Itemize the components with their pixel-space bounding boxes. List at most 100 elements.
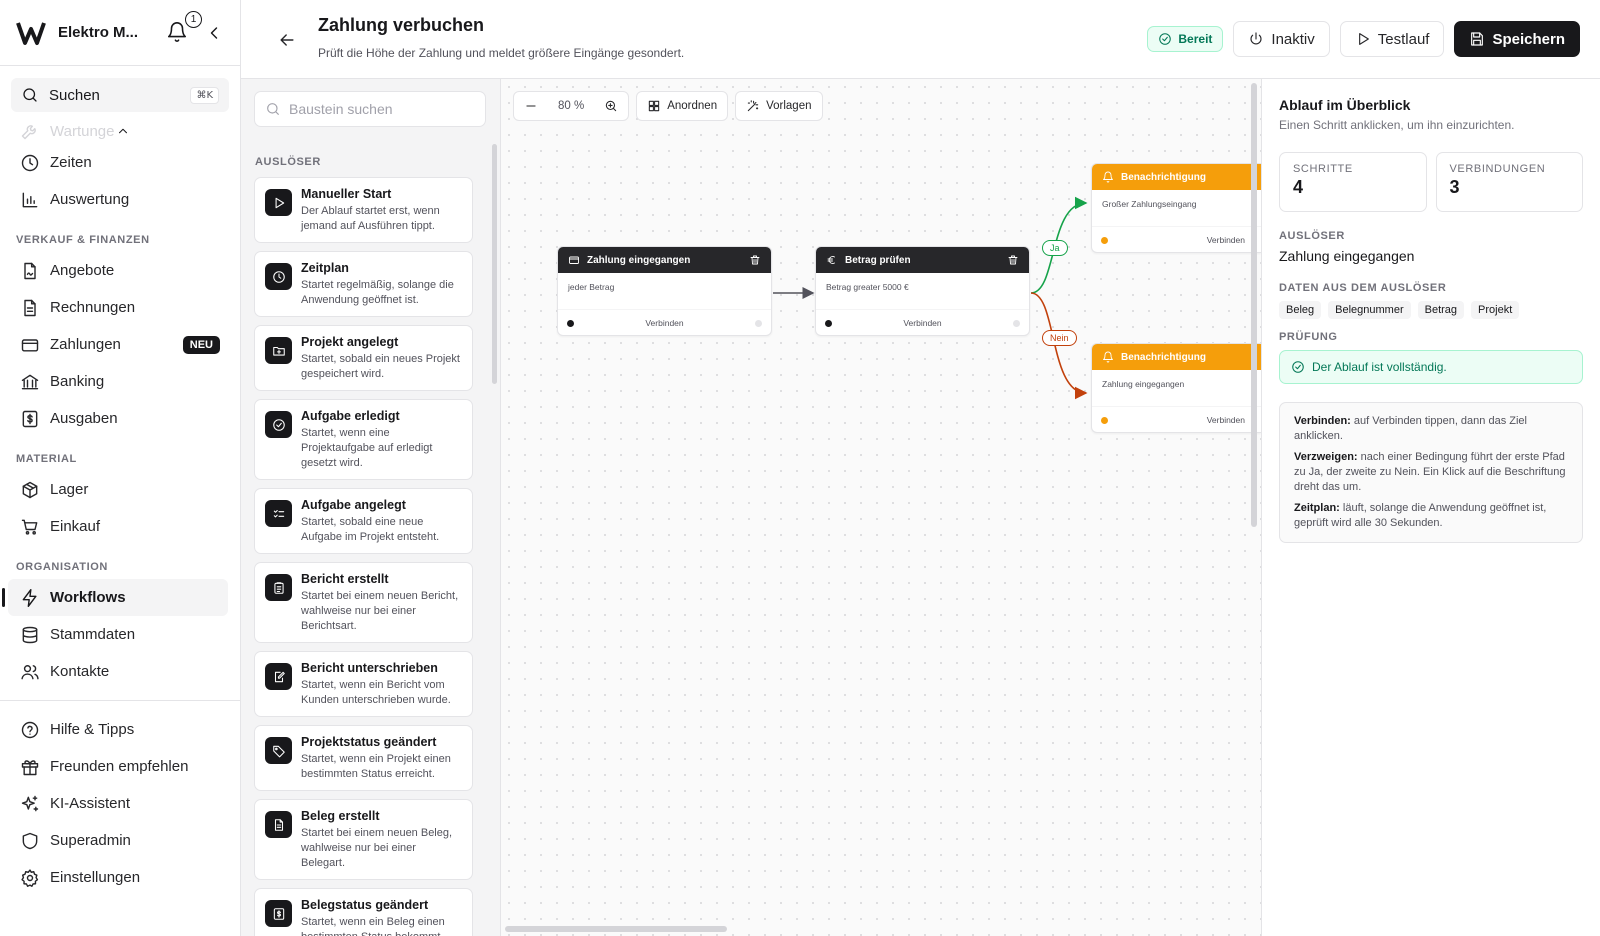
canvas-vertical-scrollbar[interactable] xyxy=(1251,83,1257,527)
sidebar-item-ki-assistent[interactable]: KI-Assistent xyxy=(0,785,240,822)
canvas-horizontal-scrollbar[interactable] xyxy=(505,926,727,932)
trash-icon[interactable] xyxy=(1007,254,1019,266)
sidebar-item-zahlungen[interactable]: Zahlungen NEU xyxy=(0,326,240,363)
sidebar-item-stammdaten[interactable]: Stammdaten xyxy=(0,616,240,653)
check-circle-icon xyxy=(1292,361,1304,373)
edge-label-no[interactable]: Nein xyxy=(1042,330,1077,346)
stat-connections: VERBINDUNGEN 3 xyxy=(1435,152,1583,212)
inactive-button[interactable]: Inaktiv xyxy=(1233,21,1330,57)
sidebar-item-einstellungen[interactable]: Einstellungen xyxy=(0,859,240,896)
sidebar-item-rechnungen[interactable]: Rechnungen xyxy=(0,289,240,326)
data-chip[interactable]: Belegnummer xyxy=(1328,301,1411,319)
sidebar-item-zeiten[interactable]: Zeiten xyxy=(0,144,240,181)
sidebar-item-kontakte[interactable]: Kontakte xyxy=(0,653,240,690)
block-card-desc: Startet bei einem neuen Beleg, wahlweise… xyxy=(301,827,453,869)
zoom-in-icon[interactable] xyxy=(604,99,618,113)
workflow-canvas[interactable]: 80 % Anordnen Vorlagen Ja Nein Zahlung e… xyxy=(501,79,1261,936)
node-notify-no[interactable]: Benachrichtigung Zahlung eingegangen Ver… xyxy=(1091,343,1261,433)
sidebar-item-einkauf[interactable]: Einkauf xyxy=(0,508,240,545)
edge-label-yes[interactable]: Ja xyxy=(1042,240,1068,256)
bank-icon xyxy=(21,374,39,389)
euro-icon xyxy=(827,256,835,264)
node-trigger[interactable]: Zahlung eingegangen jeder Betrag Verbind… xyxy=(557,246,772,336)
sidebar-item-superadmin[interactable]: Superadmin xyxy=(0,822,240,859)
data-chip[interactable]: Projekt xyxy=(1471,301,1520,319)
node-connect-button[interactable]: Verbinden xyxy=(558,309,771,335)
block-card-project-status[interactable]: Projektstatus geändert Startet, wenn ein… xyxy=(254,725,473,791)
sidebar-item-label: Hilfe & Tipps xyxy=(50,721,135,738)
block-card-desc: Startet regelmäßig, solange die Anwendun… xyxy=(301,279,454,306)
sidebar-item-banking[interactable]: Banking xyxy=(0,363,240,400)
output-port[interactable] xyxy=(1101,237,1108,244)
sidebar-item-workflows[interactable]: Workflows xyxy=(2,579,228,616)
chevron-up-icon[interactable] xyxy=(116,124,130,138)
sidebar-item-freunden[interactable]: Freunden empfehlen xyxy=(0,748,240,785)
block-card-task-done[interactable]: Aufgabe erledigt Startet, wenn eine Proj… xyxy=(254,399,473,480)
file-text-icon xyxy=(24,299,36,316)
sidebar-item-label: Superadmin xyxy=(50,832,131,849)
check-circle-icon xyxy=(265,411,292,438)
connect-label: Verbinden xyxy=(1206,234,1245,245)
data-chip[interactable]: Betrag xyxy=(1417,301,1465,319)
users-icon xyxy=(21,664,39,679)
section-organisation: ORGANISATION xyxy=(16,561,108,573)
arrow-left-icon[interactable] xyxy=(277,30,297,50)
check-section-title: PRÜFUNG xyxy=(1279,331,1338,343)
block-card-title: Beleg erstellt xyxy=(301,809,380,823)
node-body: Großer Zahlungseingang xyxy=(1102,199,1197,209)
sidebar-item-label: Kontakte xyxy=(50,663,110,680)
output-port[interactable] xyxy=(1101,417,1108,424)
company-logo-icon[interactable] xyxy=(16,20,46,46)
receipt-dollar-icon xyxy=(22,410,38,427)
notifications-button[interactable]: 1 xyxy=(166,10,202,45)
block-card-receipt-created[interactable]: Beleg erstellt Startet bei einem neuen B… xyxy=(254,799,473,880)
palette-scrollbar[interactable] xyxy=(492,144,497,384)
block-card-title: Zeitplan xyxy=(301,261,349,275)
sidebar-item-wartungen[interactable]: Wartunge xyxy=(0,118,240,144)
sidebar: Elektro M... 1 Suchen ⌘K Wartunge Zeiten… xyxy=(0,0,241,936)
node-connect-button[interactable]: Verbinden xyxy=(816,309,1029,335)
block-card-report-signed[interactable]: Bericht unterschrieben Startet, wenn ein… xyxy=(254,651,473,717)
clock-icon xyxy=(21,154,39,171)
sidebar-item-angebote[interactable]: Angebote xyxy=(0,252,240,289)
sidebar-item-label: Workflows xyxy=(50,589,126,606)
trash-icon[interactable] xyxy=(749,254,761,266)
chevron-left-icon[interactable] xyxy=(204,23,224,43)
zoom-level: 80 % xyxy=(558,100,585,112)
block-card-manual-start[interactable]: Manueller Start Der Ablauf startet erst,… xyxy=(254,177,473,243)
block-card-schedule[interactable]: Zeitplan Startet regelmäßig, solange die… xyxy=(254,251,473,317)
node-notify-yes[interactable]: Benachrichtigung Großer Zahlungseingang … xyxy=(1091,163,1261,253)
output-port[interactable] xyxy=(567,320,574,327)
data-chip[interactable]: Beleg xyxy=(1279,301,1322,319)
node-check-amount[interactable]: Betrag prüfen Betrag greater 5000 € Verb… xyxy=(815,246,1030,336)
input-port[interactable] xyxy=(755,320,762,327)
save-button[interactable]: Speichern xyxy=(1454,21,1580,57)
node-connect-button[interactable]: Verbinden xyxy=(1092,226,1261,252)
sidebar-item-label: Stammdaten xyxy=(50,626,136,643)
node-connect-button[interactable]: Verbinden xyxy=(1092,406,1261,432)
sidebar-search[interactable]: Suchen ⌘K xyxy=(11,78,229,112)
output-port[interactable] xyxy=(825,320,832,327)
sidebar-item-auswertung[interactable]: Auswertung xyxy=(0,181,240,218)
sidebar-item-ausgaben[interactable]: Ausgaben xyxy=(0,400,240,437)
test-run-button[interactable]: Testlauf xyxy=(1339,21,1445,57)
arrange-button[interactable]: Anordnen xyxy=(636,91,729,121)
header-actions: Bereit Inaktiv Testlauf Speichern xyxy=(1147,21,1580,57)
input-port[interactable] xyxy=(1013,320,1020,327)
block-card-receipt-status[interactable]: Belegstatus geändert Startet, wenn ein B… xyxy=(254,888,473,936)
block-card-task-created[interactable]: Aufgabe angelegt Startet, sobald eine ne… xyxy=(254,488,473,554)
sidebar-item-label: Wartunge xyxy=(50,122,115,140)
save-label: Speichern xyxy=(1492,30,1565,48)
company-name[interactable]: Elektro M... xyxy=(58,24,166,41)
sidebar-item-hilfe[interactable]: Hilfe & Tipps xyxy=(0,711,240,748)
block-search-input[interactable]: Baustein suchen xyxy=(254,91,486,127)
block-palette: Baustein suchen AUSLÖSER Manueller Start… xyxy=(241,79,501,936)
sidebar-item-lager[interactable]: Lager xyxy=(0,471,240,508)
minus-icon[interactable] xyxy=(524,99,538,113)
block-card-report-created[interactable]: Bericht erstellt Startet bei einem neuen… xyxy=(254,562,473,643)
node-title: Zahlung eingegangen xyxy=(587,254,691,266)
sparkles-icon xyxy=(21,795,39,811)
templates-button[interactable]: Vorlagen xyxy=(735,91,823,121)
stat-label: VERBINDUNGEN xyxy=(1449,163,1546,175)
block-card-project-created[interactable]: Projekt angelegt Startet, sobald ein neu… xyxy=(254,325,473,391)
